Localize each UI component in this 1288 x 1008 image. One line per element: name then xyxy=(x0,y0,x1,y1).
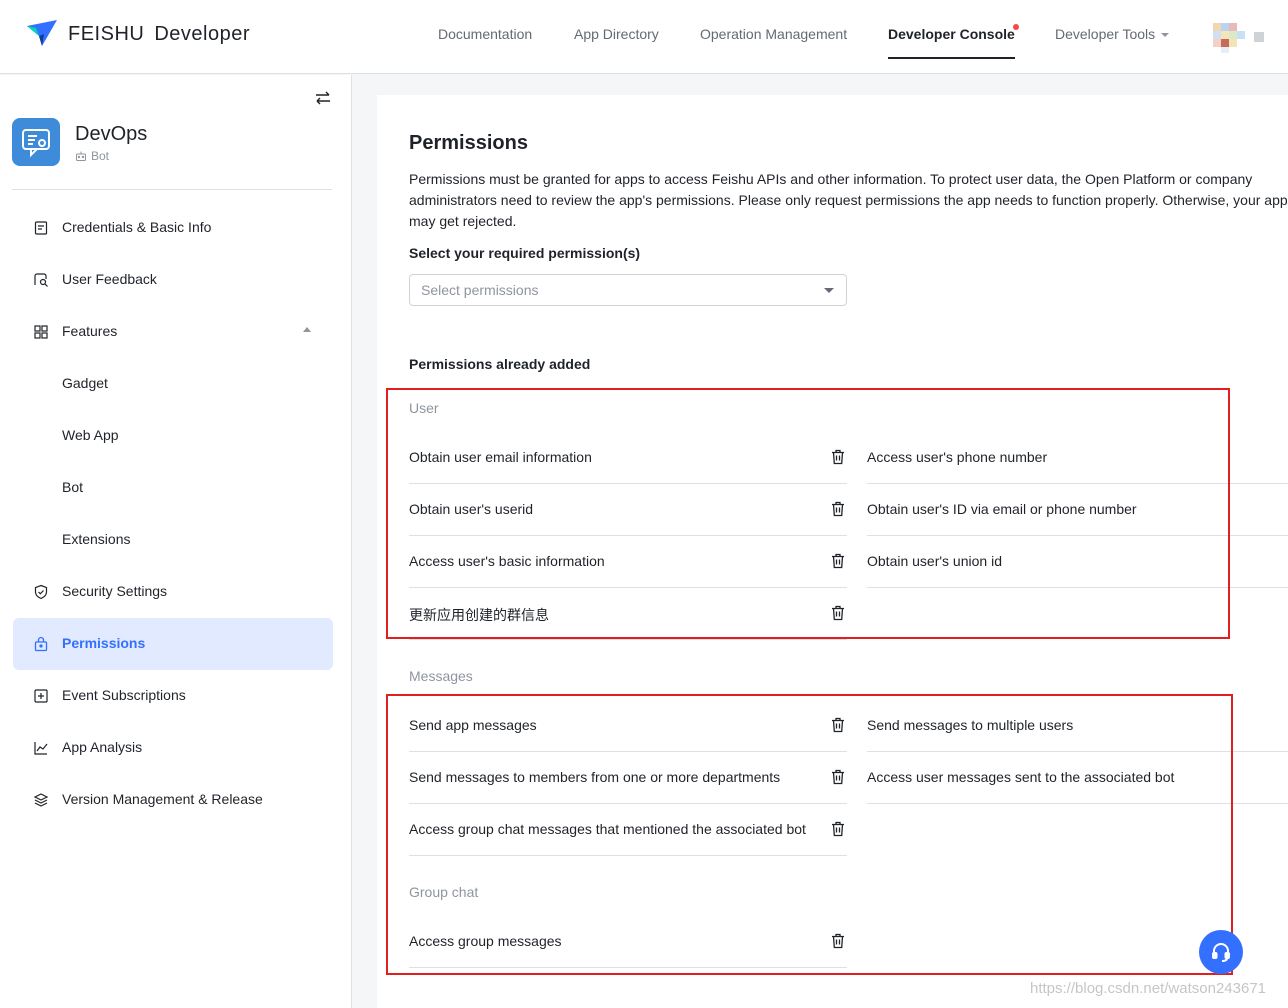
sidebar-item-label: Gadget xyxy=(62,375,108,391)
group-title-messages: Messages xyxy=(409,668,473,684)
brand-name: FEISHU Developer xyxy=(68,22,251,45)
nav-developer-console[interactable]: Developer Console xyxy=(888,24,1019,59)
added-permissions-label: Permissions already added xyxy=(409,356,591,372)
watermark: https://blog.csdn.net/watson243671 xyxy=(1030,980,1267,997)
sidebar-item-credentials[interactable]: Credentials & Basic Info xyxy=(13,202,333,254)
lock-icon xyxy=(34,636,48,652)
highlight-box-user xyxy=(386,388,1230,639)
sidebar-item-label: Version Management & Release xyxy=(62,791,263,807)
chevron-up-icon xyxy=(303,327,311,332)
sidebar-item-label: Web App xyxy=(62,427,119,443)
sidebar-item-label: Security Settings xyxy=(62,583,168,599)
feishu-logo[interactable]: FEISHU Developer xyxy=(24,16,250,52)
chart-icon xyxy=(34,742,48,755)
customer-service-button[interactable] xyxy=(1199,930,1243,974)
document-icon xyxy=(34,221,48,235)
feishu-paper-plane-icon xyxy=(27,20,57,46)
shield-icon xyxy=(34,584,48,600)
sidebar-item-label: Credentials & Basic Info xyxy=(62,219,212,235)
nav-developer-tools[interactable]: Developer Tools xyxy=(1055,26,1170,42)
sidebar-item-label: Bot xyxy=(62,479,84,495)
sidebar-item-user-feedback[interactable]: User Feedback xyxy=(13,254,333,306)
top-navigation-bar: FEISHU Developer Documentation App Direct… xyxy=(0,0,1288,74)
headset-icon xyxy=(1212,943,1230,962)
sidebar-item-version-management[interactable]: Version Management & Release xyxy=(13,774,333,826)
grid-icon xyxy=(34,325,48,339)
layers-icon xyxy=(33,793,49,807)
collapse-sidebar-icon[interactable] xyxy=(314,89,332,107)
chevron-down-icon xyxy=(824,288,834,293)
sidebar-item-label: Extensions xyxy=(62,531,131,547)
permissions-select[interactable]: Select permissions xyxy=(409,274,847,306)
sidebar-item-label: Features xyxy=(62,323,118,339)
app-card: DevOps Bot xyxy=(12,118,147,166)
select-permissions-label: Select your required permission(s) xyxy=(409,245,641,261)
select-placeholder: Select permissions xyxy=(421,282,539,298)
bot-chat-icon xyxy=(22,129,50,158)
sidebar-item-security-settings[interactable]: Security Settings xyxy=(13,566,333,618)
robot-icon xyxy=(76,151,86,161)
page-description: Permissions must be granted for apps to … xyxy=(409,171,1288,229)
sidebar-item-features[interactable]: Features xyxy=(13,306,333,358)
app-type: Bot xyxy=(75,149,147,163)
app-name: DevOps xyxy=(75,123,148,145)
notification-dot xyxy=(1012,24,1019,30)
feedback-icon xyxy=(34,273,48,287)
avatar-badge xyxy=(1254,32,1264,42)
sidebar-item-bot[interactable]: Bot xyxy=(13,462,333,514)
highlight-box-messages xyxy=(386,694,1233,975)
sidebar-item-extensions[interactable]: Extensions xyxy=(13,514,333,566)
sidebar-item-web-app[interactable]: Web App xyxy=(13,410,333,462)
plus-box-icon xyxy=(34,689,48,703)
sidebar-item-event-subscriptions[interactable]: Event Subscriptions xyxy=(13,670,333,722)
sidebar-divider xyxy=(12,189,332,190)
chevron-down-icon xyxy=(1161,33,1170,38)
app-icon xyxy=(12,118,60,166)
sidebar: DevOps Bot Credentials & Basic Info User… xyxy=(0,75,352,1008)
nav-app-directory[interactable]: App Directory xyxy=(574,26,659,42)
avatar[interactable] xyxy=(1213,23,1245,53)
sidebar-item-label: App Analysis xyxy=(62,739,143,755)
nav-documentation[interactable]: Documentation xyxy=(438,26,532,42)
sidebar-item-app-analysis[interactable]: App Analysis xyxy=(13,722,333,774)
sidebar-item-label: Event Subscriptions xyxy=(62,687,186,703)
sidebar-item-permissions[interactable]: Permissions xyxy=(13,618,333,670)
sidebar-item-label: Permissions xyxy=(62,635,146,651)
sidebar-item-gadget[interactable]: Gadget xyxy=(13,358,333,410)
sidebar-item-label: User Feedback xyxy=(62,271,157,287)
nav-operation-management[interactable]: Operation Management xyxy=(700,26,847,42)
page-title: Permissions xyxy=(409,132,528,154)
